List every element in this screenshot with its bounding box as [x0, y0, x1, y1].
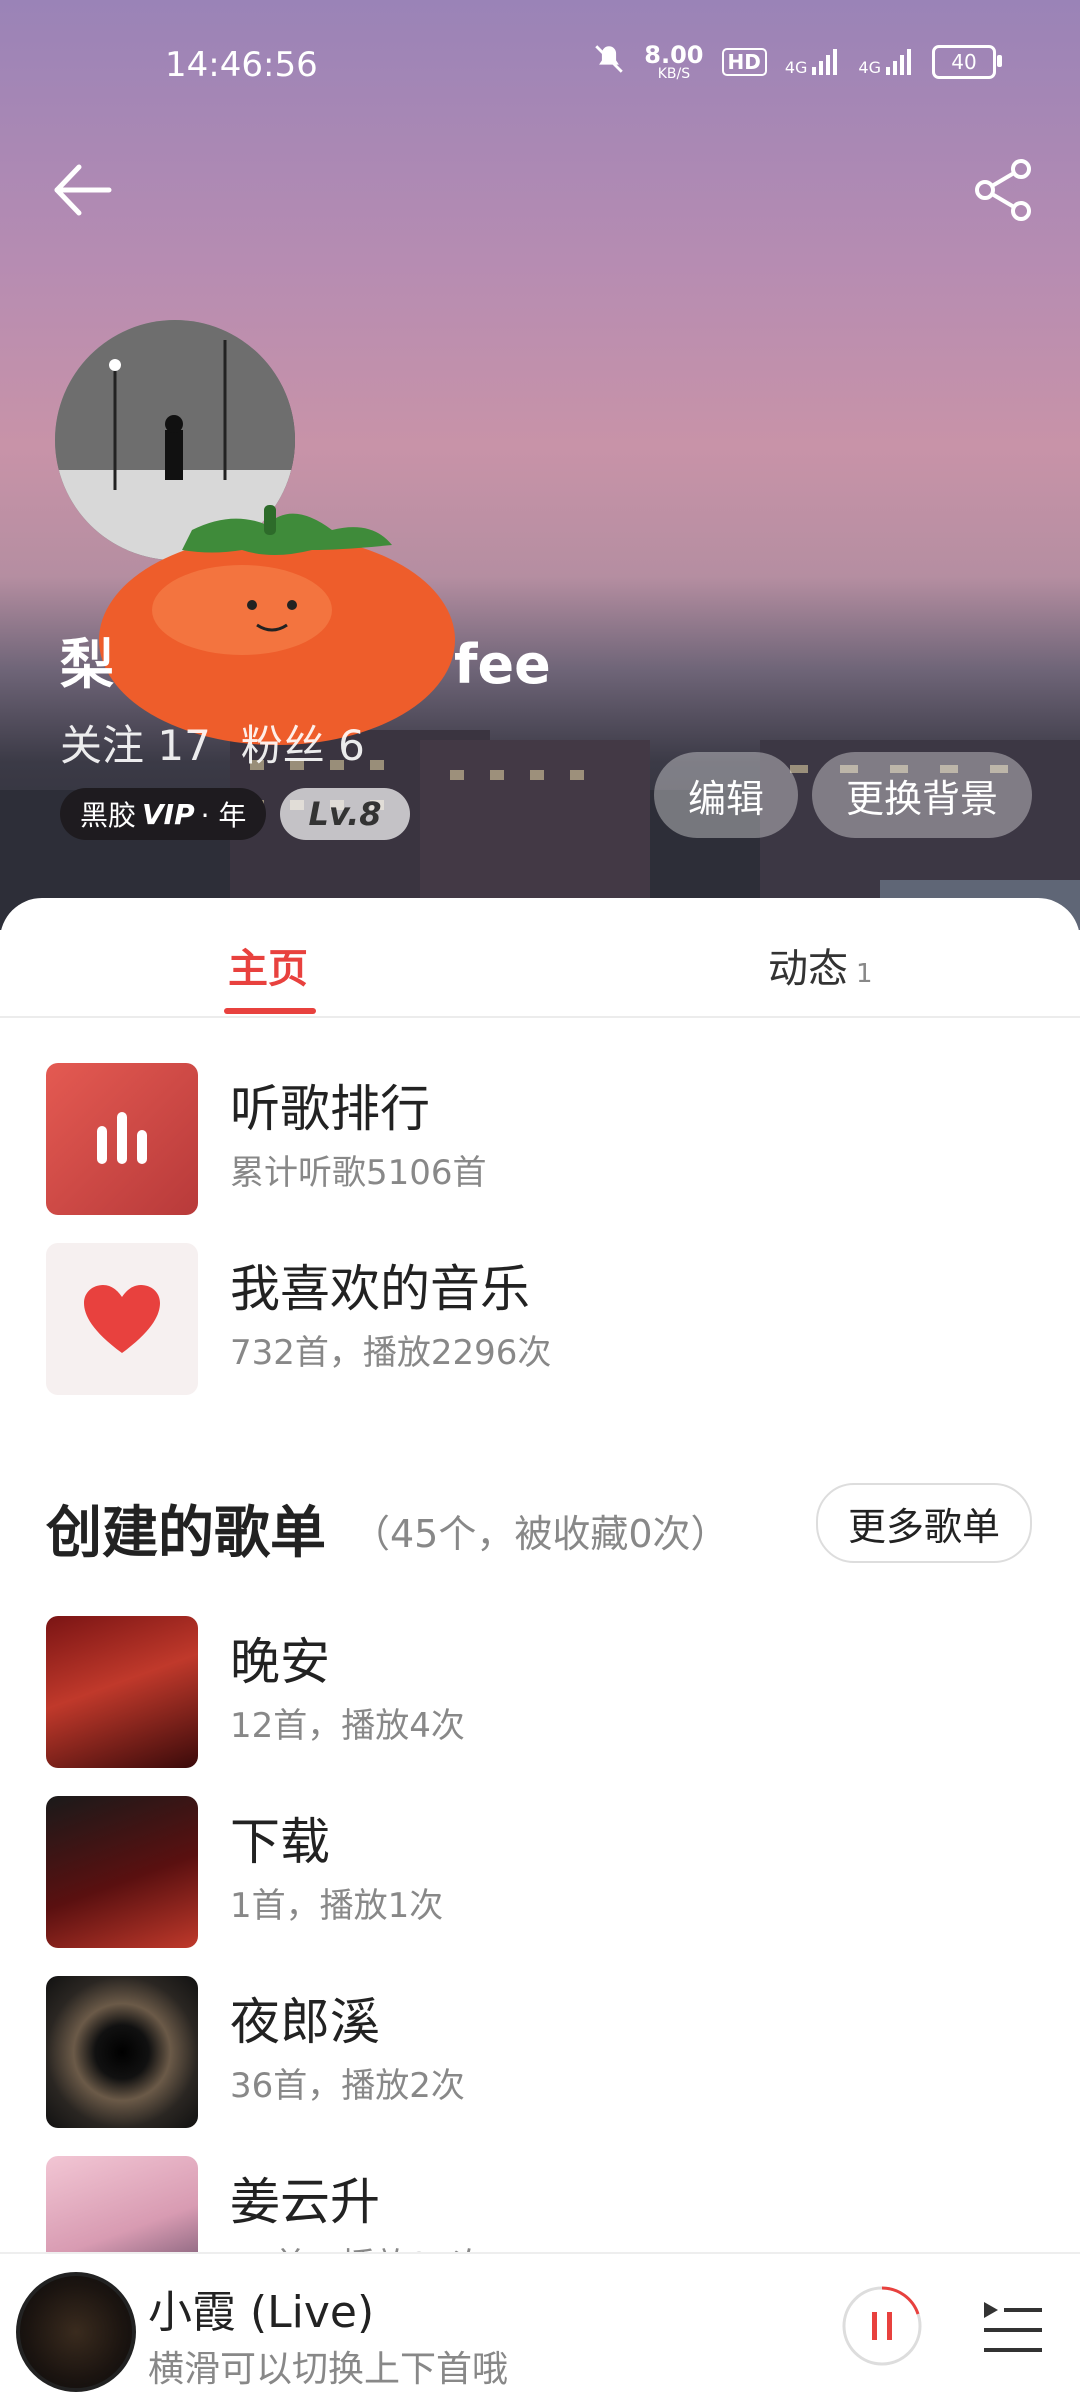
profile-header: 14:46:56 8.00 KB/S HD 4G 4G 40 梨 fee 关注 … [0, 0, 1080, 930]
playlist-title: 姜云升 [230, 2173, 380, 2231]
tab-bar: 主页 动态 1 [0, 898, 1080, 1018]
status-icons: 8.00 KB/S HD 4G 4G 40 [592, 40, 1002, 82]
playlist-subtitle: 1首，播放1次 [230, 1886, 444, 1926]
tab-indicator [224, 1008, 316, 1014]
tab-home[interactable]: 主页 [228, 936, 308, 994]
playlist-subtitle: 36首，播放2次 [230, 2066, 465, 2106]
network-speed: 8.00 KB/S [644, 40, 704, 82]
mute-icon [592, 42, 626, 81]
status-bar: 14:46:56 8.00 KB/S HD 4G 4G 40 [0, 0, 1080, 130]
status-time: 14:46:56 [165, 45, 318, 85]
tab-feed[interactable]: 动态 1 [768, 936, 873, 994]
playlist-subtitle: 12首，播放4次 [230, 1706, 465, 1746]
change-background-button[interactable]: 更换背景 [811, 752, 1032, 838]
share-button[interactable] [964, 150, 1044, 230]
section-title: 创建的歌单 [46, 1501, 326, 1566]
back-button[interactable] [42, 150, 122, 230]
signal-icon-2: 4G [858, 47, 914, 77]
item-subtitle: 累计听歌5106首 [230, 1153, 487, 1193]
following-count[interactable]: 关注 17 [60, 712, 211, 773]
share-icon [975, 159, 1031, 221]
section-subtitle: （45个，被收藏0次） [352, 1512, 729, 1556]
playlist-cover [46, 1616, 198, 1768]
arrow-left-icon [54, 164, 112, 216]
playlist-title: 夜郎溪 [230, 1993, 380, 2051]
username: 梨 fee [60, 633, 551, 696]
listening-rank-thumb [46, 1063, 198, 1215]
feed-count: 1 [856, 959, 873, 989]
badges: 黑胶 VIP · 年 Lv.8 [60, 788, 410, 840]
playlist-item[interactable]: 晚安 12首，播放4次 [46, 1616, 1046, 1768]
pause-button[interactable] [840, 2284, 924, 2368]
item-title: 听歌排行 [230, 1080, 430, 1138]
liked-music-item[interactable]: 我喜欢的音乐 732首，播放2296次 [46, 1243, 1046, 1395]
more-playlists-button[interactable]: 更多歌单 [815, 1483, 1032, 1563]
item-subtitle: 732首，播放2296次 [230, 1333, 552, 1373]
profile-content: 主页 动态 1 听歌排行 累计听歌5106首 我喜欢的音乐 732首，播放2296… [0, 898, 1080, 2308]
playlist-cover [46, 1976, 198, 2128]
battery-icon: 40 [932, 44, 1002, 79]
hd-icon: HD [721, 47, 767, 76]
now-playing-hint: 横滑可以切换上下首哦 [148, 2349, 509, 2390]
playlist-item[interactable]: 下载 1首，播放1次 [46, 1796, 1046, 1948]
mini-player[interactable]: 小霞 (Live) 横滑可以切换上下首哦 [0, 2252, 1080, 2402]
now-playing-cover[interactable] [16, 2272, 136, 2392]
listening-rank-item[interactable]: 听歌排行 累计听歌5106首 [46, 1063, 1046, 1215]
liked-music-thumb [46, 1243, 198, 1395]
playlist-title: 下载 [230, 1813, 330, 1871]
item-title: 我喜欢的音乐 [230, 1260, 530, 1318]
vip-badge[interactable]: 黑胶 VIP · 年 [60, 788, 267, 840]
level-badge[interactable]: Lv.8 [280, 788, 410, 840]
playlist-title: 晚安 [230, 1633, 330, 1691]
now-playing-title: 小霞 (Live) [148, 2287, 375, 2338]
signal-icon: 4G [785, 47, 841, 77]
playlist-item[interactable]: 夜郎溪 36首，播放2次 [46, 1976, 1046, 2128]
header-actions: 编辑 更换背景 [653, 752, 1032, 838]
heart-icon [84, 1285, 160, 1353]
follow-stats: 关注 17 粉丝 6 [60, 712, 365, 773]
pause-icon [872, 2312, 877, 2340]
playlist-cover [46, 1796, 198, 1948]
bars-icon [97, 1112, 147, 1164]
playlist-queue-icon[interactable] [980, 2294, 1046, 2360]
fans-count[interactable]: 粉丝 6 [241, 712, 365, 773]
edit-button[interactable]: 编辑 [653, 752, 798, 838]
